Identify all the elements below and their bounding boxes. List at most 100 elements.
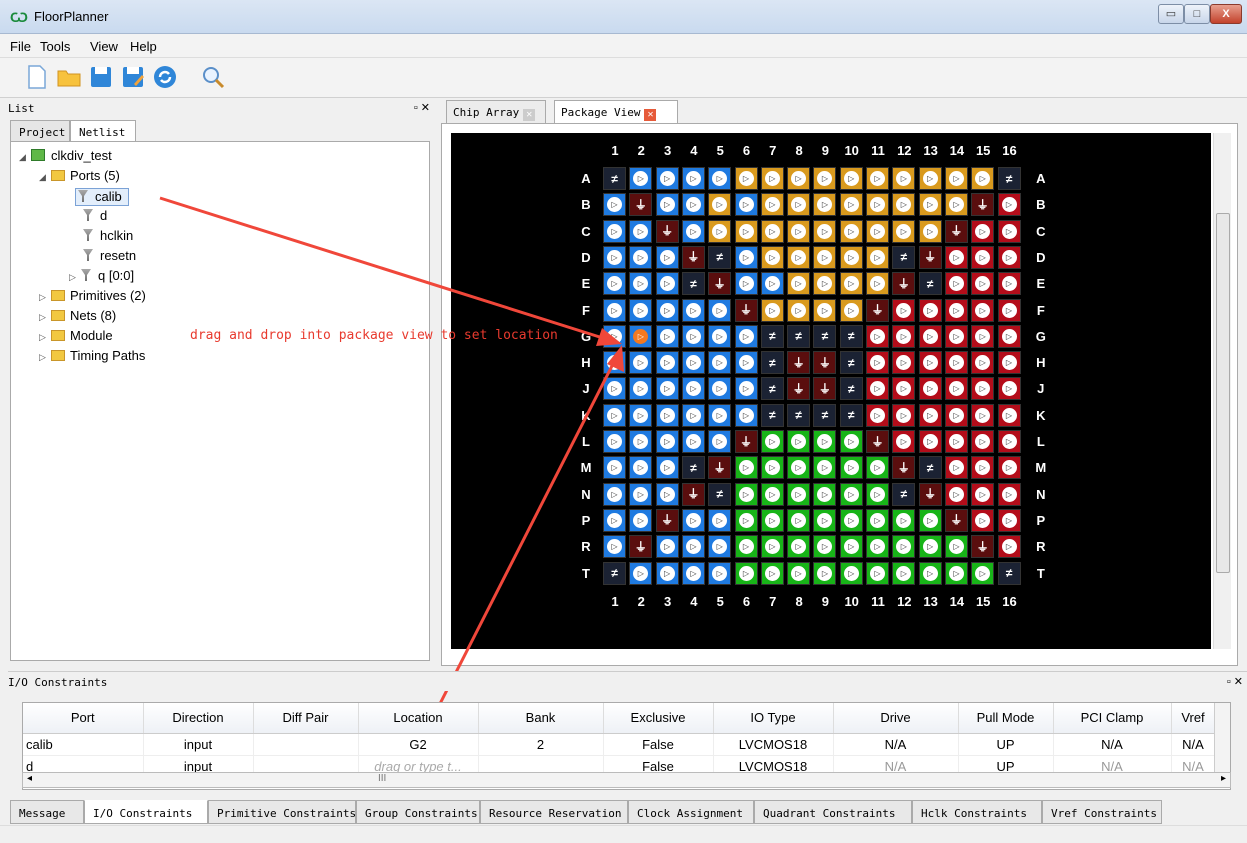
pin-M7[interactable]: ▷ — [760, 456, 784, 480]
pin-L10[interactable]: ▷ — [839, 430, 863, 453]
pin-G15[interactable]: ▷ — [971, 324, 995, 348]
pin-E8[interactable]: ▷ — [787, 272, 811, 296]
pin-M14[interactable]: ▷ — [944, 456, 968, 480]
scroll-grip[interactable]: III — [378, 773, 386, 784]
pin-G6[interactable]: ▷ — [734, 324, 758, 348]
table-cell[interactable]: input — [143, 733, 254, 756]
pin-N6[interactable]: ▷ — [734, 482, 758, 506]
pin-D6[interactable]: ▷ — [734, 245, 758, 269]
pin-N10[interactable]: ▷ — [839, 482, 863, 506]
pin-E13[interactable]: ≠ — [918, 272, 942, 296]
pin-C12[interactable]: ▷ — [892, 219, 916, 243]
pin-B9[interactable]: ▷ — [813, 193, 837, 217]
pin-J10[interactable]: ≠ — [839, 377, 863, 401]
pin-F6[interactable]: ⏚ — [734, 298, 758, 322]
pin-D2[interactable]: ▷ — [629, 245, 653, 269]
pin-J3[interactable]: ▷ — [655, 377, 679, 401]
pin-A16[interactable]: ≠ — [997, 167, 1021, 190]
table-cell[interactable]: LVCMOS18 — [713, 733, 834, 756]
pin-F13[interactable]: ▷ — [918, 298, 942, 322]
pin-P1[interactable]: ▷ — [603, 508, 626, 532]
pin-K13[interactable]: ▷ — [918, 403, 942, 427]
pin-F16[interactable]: ▷ — [997, 298, 1021, 322]
scroll-left-icon[interactable]: ◂ — [27, 773, 32, 784]
pin-G5[interactable]: ▷ — [708, 324, 732, 348]
pin-F5[interactable]: ▷ — [708, 298, 732, 322]
pin-E7[interactable]: ▷ — [760, 272, 784, 296]
tab-project[interactable]: Project — [10, 120, 70, 142]
pin-E12[interactable]: ⏚ — [892, 272, 916, 296]
pin-F14[interactable]: ▷ — [944, 298, 968, 322]
pin-R7[interactable]: ▷ — [760, 535, 784, 559]
pin-C9[interactable]: ▷ — [813, 219, 837, 243]
pin-D1[interactable]: ▷ — [603, 245, 626, 269]
pin-H4[interactable]: ▷ — [681, 351, 705, 375]
pin-D11[interactable]: ▷ — [866, 245, 889, 269]
pin-H13[interactable]: ▷ — [918, 351, 942, 375]
pin-T4[interactable]: ▷ — [681, 561, 705, 585]
pin-D14[interactable]: ▷ — [944, 245, 968, 269]
pin-D16[interactable]: ▷ — [997, 245, 1021, 269]
pin-G7[interactable]: ≠ — [760, 324, 784, 348]
pin-R10[interactable]: ▷ — [839, 535, 863, 559]
pin-T6[interactable]: ▷ — [734, 561, 758, 585]
pin-H11[interactable]: ▷ — [866, 351, 889, 375]
pin-G16[interactable]: ▷ — [997, 324, 1021, 348]
pin-J14[interactable]: ▷ — [944, 377, 968, 401]
pin-T14[interactable]: ▷ — [944, 561, 968, 585]
bottom-tab[interactable]: Vref Constraints — [1042, 800, 1162, 824]
pin-R15[interactable]: ⏚ — [971, 535, 995, 559]
pin-L6[interactable]: ⏚ — [734, 430, 758, 453]
pin-K7[interactable]: ≠ — [760, 403, 784, 427]
column-header[interactable]: Direction — [143, 703, 254, 734]
tree-primitives-folder[interactable]: ▷ Primitives (2) — [39, 288, 146, 306]
table-cell[interactable]: N/A — [1171, 733, 1216, 756]
pin-T1[interactable]: ≠ — [603, 561, 626, 585]
tree-port-hclkin[interactable]: hclkin — [83, 228, 133, 246]
pin-R5[interactable]: ▷ — [708, 535, 732, 559]
pin-P6[interactable]: ▷ — [734, 508, 758, 532]
pin-B3[interactable]: ▷ — [655, 193, 679, 217]
pin-H15[interactable]: ▷ — [971, 351, 995, 375]
pin-M9[interactable]: ▷ — [813, 456, 837, 480]
pin-A3[interactable]: ▷ — [655, 167, 679, 190]
package-vertical-scrollbar[interactable] — [1213, 133, 1231, 649]
pin-N8[interactable]: ▷ — [787, 482, 811, 506]
panel-float-close-icon[interactable]: ▫ ✕ — [1227, 675, 1243, 688]
pin-E14[interactable]: ▷ — [944, 272, 968, 296]
pin-A9[interactable]: ▷ — [813, 167, 837, 190]
pin-B13[interactable]: ▷ — [918, 193, 942, 217]
pin-E16[interactable]: ▷ — [997, 272, 1021, 296]
pin-A8[interactable]: ▷ — [787, 167, 811, 190]
pin-L16[interactable]: ▷ — [997, 430, 1021, 453]
pin-R4[interactable]: ▷ — [681, 535, 705, 559]
pin-P8[interactable]: ▷ — [787, 508, 811, 532]
pin-G10[interactable]: ≠ — [839, 324, 863, 348]
pin-D5[interactable]: ≠ — [708, 245, 732, 269]
pin-H7[interactable]: ≠ — [760, 351, 784, 375]
pin-C1[interactable]: ▷ — [603, 219, 626, 243]
pin-A10[interactable]: ▷ — [839, 167, 863, 190]
pin-A14[interactable]: ▷ — [944, 167, 968, 190]
pin-D10[interactable]: ▷ — [839, 245, 863, 269]
close-button[interactable]: X — [1210, 4, 1242, 24]
pin-K8[interactable]: ≠ — [787, 403, 811, 427]
pin-G8[interactable]: ≠ — [787, 324, 811, 348]
pin-R12[interactable]: ▷ — [892, 535, 916, 559]
pin-D15[interactable]: ▷ — [971, 245, 995, 269]
pin-A7[interactable]: ▷ — [760, 167, 784, 190]
pin-D8[interactable]: ▷ — [787, 245, 811, 269]
pin-E15[interactable]: ▷ — [971, 272, 995, 296]
pin-E5[interactable]: ⏚ — [708, 272, 732, 296]
pin-F11[interactable]: ⏚ — [866, 298, 889, 322]
pin-J16[interactable]: ▷ — [997, 377, 1021, 401]
pin-J8[interactable]: ⏚ — [787, 377, 811, 401]
pin-L8[interactable]: ▷ — [787, 430, 811, 453]
pin-C8[interactable]: ▷ — [787, 219, 811, 243]
pin-C14[interactable]: ⏚ — [944, 219, 968, 243]
tree-root[interactable]: ◢ clkdiv_test — [19, 148, 112, 166]
pin-D4[interactable]: ⏚ — [681, 245, 705, 269]
pin-C7[interactable]: ▷ — [760, 219, 784, 243]
pin-A5[interactable]: ▷ — [708, 167, 732, 190]
pin-N1[interactable]: ▷ — [603, 482, 626, 506]
